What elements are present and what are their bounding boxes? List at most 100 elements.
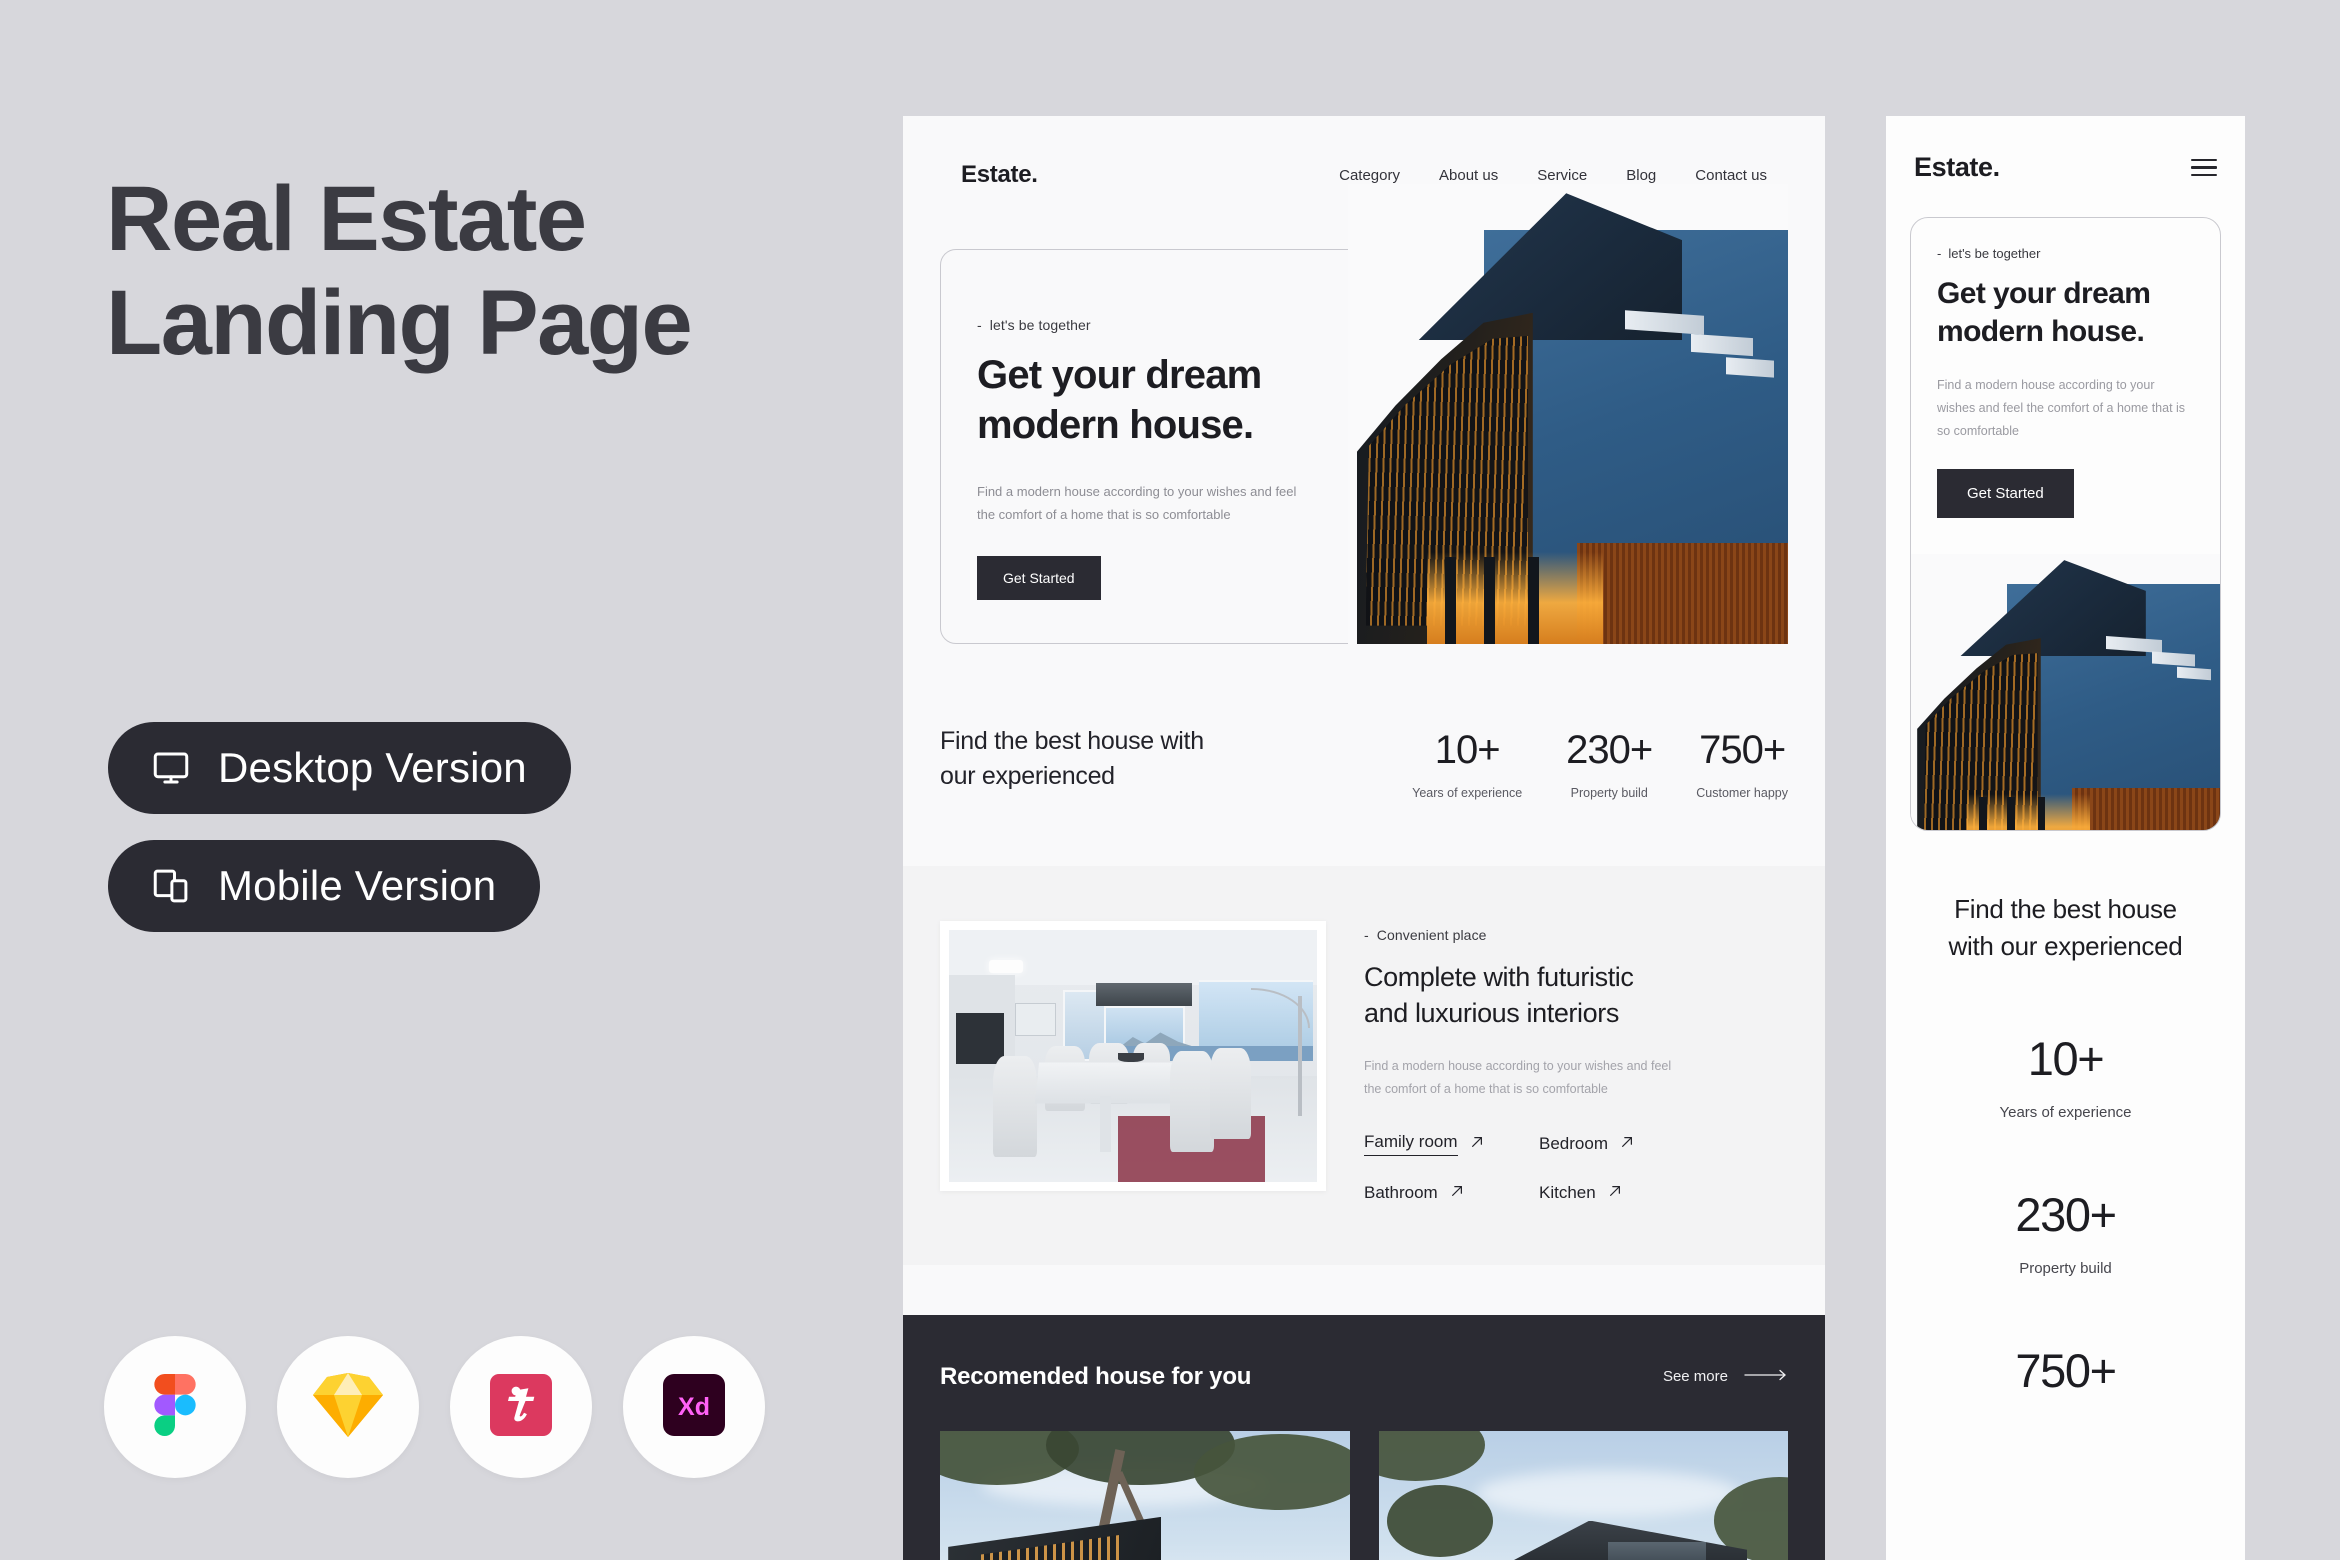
desktop-logo[interactable]: Estate. (961, 161, 1038, 189)
mobile-header: Estate. (1886, 116, 2245, 183)
hero-heading-line-1: Get your dream (977, 353, 1262, 397)
hero-heading-line-2: modern house. (977, 403, 1254, 448)
hamburger-icon[interactable] (2191, 158, 2217, 177)
room-link-kitchen[interactable]: Kitchen (1539, 1183, 1622, 1203)
arrow-up-right-icon (1470, 1134, 1484, 1154)
page-title-line-2: Landing Page (106, 271, 693, 374)
room-link-label: Bathroom (1364, 1182, 1438, 1202)
arrow-up-right-icon (1450, 1183, 1464, 1203)
nav-item-contact-us[interactable]: Contact us (1695, 167, 1767, 184)
recommended-header: Recomended house for you See more (940, 1363, 1788, 1391)
nav-item-about-us[interactable]: About us (1439, 167, 1498, 184)
desktop-nav: Category About us Service Blog Contact u… (1339, 167, 1767, 184)
left-info-panel: Real Estate Landing Page Desktop Version (0, 0, 900, 1560)
hero-house-image (1348, 184, 1788, 644)
mobile-hero-heading-line-1: Get your dream (1937, 277, 2151, 310)
devices-icon (150, 865, 192, 907)
mobile-stat-label: Property build (2019, 1259, 2112, 1277)
hamburger-line (2191, 166, 2217, 169)
stat-value: 10+ (1434, 728, 1501, 772)
hamburger-line (2191, 158, 2217, 162)
mobile-stats-title-line-1: Find the best house (1954, 894, 2177, 924)
mobile-hero-eyebrow-text: let's be together (1948, 246, 2041, 261)
version-buttons-group: Desktop Version Mobile Version (108, 722, 571, 958)
sketch-chip[interactable] (277, 1336, 419, 1478)
nav-item-blog[interactable]: Blog (1626, 167, 1656, 184)
desktop-feature-section: - Convenient place Complete with futurist… (903, 866, 1825, 1265)
page-title-line-1: Real Estate (106, 168, 587, 270)
room-link-label: Kitchen (1539, 1182, 1596, 1202)
room-link-label: Bedroom (1539, 1133, 1608, 1153)
mobile-logo[interactable]: Estate. (1914, 152, 2000, 183)
nav-item-category[interactable]: Category (1339, 167, 1400, 184)
adobe-xd-icon: Xd (663, 1373, 725, 1441)
room-link-family-room[interactable]: Family room (1364, 1132, 1484, 1156)
feature-eyebrow-text: Convenient place (1376, 927, 1487, 943)
mobile-hero-eyebrow-dash: - (1937, 246, 1942, 261)
arrow-up-right-icon (1608, 1183, 1622, 1203)
see-more-label: See more (1662, 1368, 1728, 1385)
room-link-bedroom[interactable]: Bedroom (1539, 1132, 1634, 1156)
hero-get-started-button[interactable]: Get Started (977, 556, 1101, 601)
tool-icons-row: Xd (104, 1336, 765, 1478)
room-links-grid: Family room Bedroom Bathroom Kitchen (1364, 1132, 1788, 1203)
room-link-bathroom[interactable]: Bathroom (1364, 1183, 1464, 1203)
mobile-hero: - let's be together Get your dream modern… (1910, 217, 2221, 831)
feature-text-block: - Convenient place Complete with futurist… (1364, 921, 1788, 1203)
svg-text:Xd: Xd (678, 1393, 710, 1421)
mobile-hero-eyebrow: - let's be together (1937, 246, 2194, 261)
monitor-icon (150, 747, 192, 789)
stat-customer-happy: 750+ Customer happy (1696, 730, 1788, 800)
stat-property-build: 230+ Property build (1566, 728, 1653, 800)
figma-icon (144, 1373, 206, 1441)
feature-interior-image (940, 921, 1326, 1191)
arrow-right-icon (1744, 1368, 1788, 1385)
mobile-mockup: Estate. - let's be together Get your drea… (1886, 116, 2245, 1560)
recommended-card-1[interactable] (940, 1430, 1350, 1560)
mobile-stat-value: 230+ (2015, 1187, 2117, 1241)
mobile-stat-value: 750+ (2015, 1343, 2117, 1397)
stat-label: Years of experience (1412, 786, 1523, 800)
mobile-stat-customer-happy: 750+ (1916, 1347, 2215, 1394)
feature-subtext: Find a modern house according to your wi… (1364, 1059, 1672, 1097)
stat-label: Property build (1570, 786, 1648, 800)
hero-eyebrow: - let's be together (977, 317, 1347, 333)
stat-years-of-experience: 10+ Years of experience (1412, 730, 1522, 800)
feature-eyebrow: - Convenient place (1364, 927, 1788, 943)
adobe-xd-chip[interactable]: Xd (623, 1336, 765, 1478)
invision-chip[interactable] (450, 1336, 592, 1478)
feature-heading: Complete with futuristic and luxurious i… (1364, 960, 1788, 1031)
page-title: Real Estate Landing Page (106, 168, 866, 376)
hamburger-line (2191, 173, 2217, 177)
hero-eyebrow-text: let's be together (989, 317, 1091, 333)
mobile-stat-label: Years of experience (1999, 1103, 2132, 1121)
recommended-card-2[interactable] (1378, 1430, 1788, 1560)
desktop-hero: - let's be together Get your dream modern… (940, 184, 1788, 644)
desktop-stats-section: Find the best house with our experienced… (903, 644, 1825, 800)
nav-item-service[interactable]: Service (1537, 167, 1587, 184)
feature-heading-line-2: and luxurious interiors (1364, 997, 1619, 1028)
feature-heading-line-1: Complete with futuristic (1364, 962, 1634, 992)
stat-label: Customer happy (1696, 786, 1788, 800)
figma-chip[interactable] (104, 1336, 246, 1478)
mobile-stat-property-build: 230+ Property build (1916, 1191, 2215, 1277)
mobile-stats-title-line-2: with our experienced (1948, 930, 2183, 961)
mobile-hero-house-image (1911, 554, 2220, 830)
mobile-hero-subtext: Find a modern house according to your wi… (1937, 377, 2186, 439)
feature-eyebrow-dash: - (1364, 927, 1369, 943)
mobile-stats-section: Find the best house with our experienced… (1886, 831, 2245, 1394)
mobile-get-started-button[interactable]: Get Started (1937, 469, 2074, 519)
hero-subtext: Find a modern house according to your wi… (977, 483, 1297, 522)
desktop-mockup: Estate. Category About us Service Blog C… (903, 116, 1825, 1560)
stats-numbers: 10+ Years of experience 230+ Property bu… (1412, 724, 1788, 800)
mobile-stats-title: Find the best house with our experienced (1916, 891, 2215, 965)
stats-title: Find the best house with our experienced (940, 727, 1204, 790)
stat-value: 230+ (1566, 728, 1653, 772)
mobile-version-button[interactable]: Mobile Version (108, 840, 541, 932)
stat-value: 750+ (1699, 728, 1786, 772)
invision-icon (490, 1373, 552, 1441)
desktop-version-button[interactable]: Desktop Version (108, 722, 571, 814)
recommended-title: Recomended house for you (940, 1362, 1252, 1390)
see-more-link[interactable]: See more (1663, 1368, 1788, 1385)
arrow-up-right-icon (1620, 1134, 1634, 1154)
